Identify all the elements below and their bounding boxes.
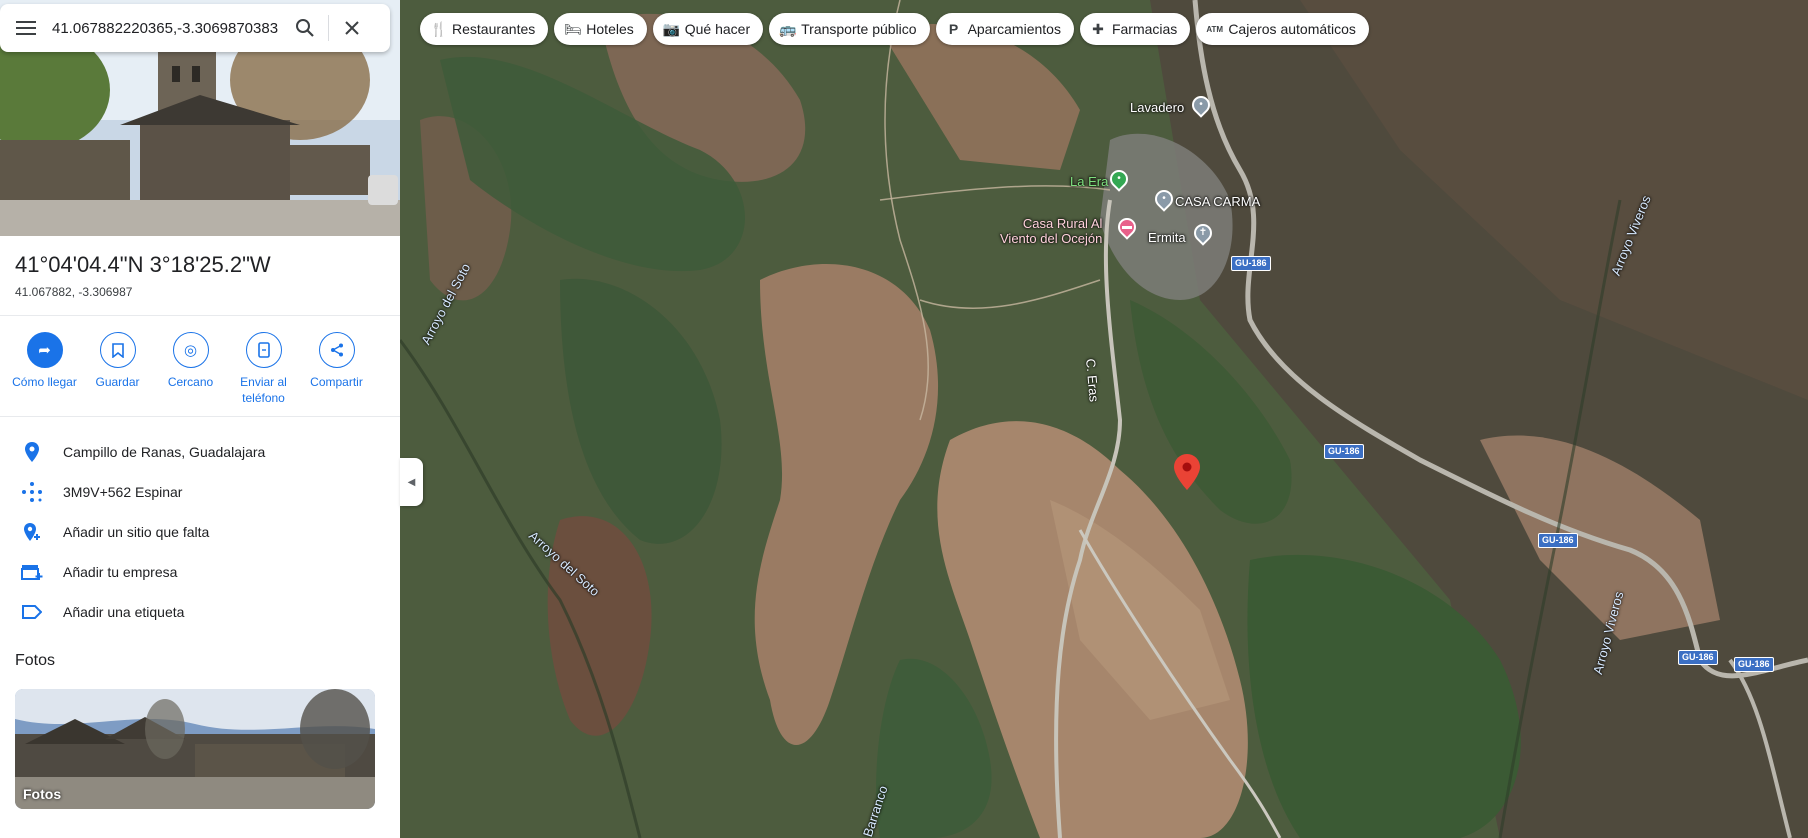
action-label: Compartir — [310, 375, 363, 389]
hamburger-menu-icon — [16, 21, 36, 35]
chip-label: Qué hacer — [684, 21, 751, 37]
map-label-lavadero[interactable]: Lavadero — [1130, 100, 1184, 115]
action-label: Enviar al teléfono — [240, 375, 287, 405]
chip-que-hacer[interactable]: 📷 Qué hacer — [652, 13, 764, 45]
directions-icon: ➦ — [26, 332, 63, 368]
photo-card[interactable]: Fotos — [15, 689, 375, 809]
chip-label: Hoteles — [586, 21, 634, 37]
close-button[interactable] — [329, 4, 375, 52]
chip-label: Restaurantes — [452, 21, 536, 37]
location-pin-icon — [0, 442, 63, 462]
info-add-label[interactable]: Añadir una etiqueta — [0, 592, 400, 632]
dropped-pin-icon[interactable] — [1174, 454, 1200, 490]
bus-icon: 🚌 — [779, 20, 797, 37]
road-shield-gu186: GU-186 — [1231, 256, 1271, 271]
road-shield-gu186: GU-186 — [1324, 444, 1364, 459]
plus-code-icon — [0, 481, 63, 503]
category-chips: 🍴 Restaurantes 🛏 Hoteles 📷 Qué hacer 🚌 Trans… — [420, 13, 1369, 45]
place-info-list: Campillo de Ranas, Guadalajara 3M9V+562 … — [0, 432, 400, 632]
map-label-la-era[interactable]: La Era — [1070, 174, 1108, 189]
search-button[interactable] — [282, 4, 328, 52]
send-to-phone-button[interactable]: Enviar al teléfono — [227, 332, 300, 406]
nearby-icon: ◎ — [172, 332, 209, 368]
pharmacy-icon: ✚ — [1092, 20, 1104, 37]
road-shield-gu186: GU-186 — [1678, 650, 1718, 665]
nearby-button[interactable]: ◎ Cercano — [154, 332, 227, 406]
search-box — [0, 4, 390, 52]
action-label: Cercano — [167, 375, 214, 389]
chevron-left-icon: ◀ — [407, 476, 416, 488]
road-shield-gu186: GU-186 — [1734, 657, 1774, 672]
info-add-missing-place[interactable]: Añadir un sitio que falta — [0, 512, 400, 552]
fork-knife-icon: 🍴 — [430, 20, 448, 37]
add-business-icon — [0, 563, 63, 581]
save-button[interactable]: Guardar — [81, 332, 154, 406]
place-coordinates[interactable]: 41.067882, -3.306987 — [15, 285, 132, 299]
info-plus-code[interactable]: 3M9V+562 Espinar — [0, 472, 400, 512]
search-input[interactable] — [52, 19, 282, 37]
photo-card-label: Fotos — [23, 786, 62, 802]
chip-farmacias[interactable]: ✚ Farmacias — [1079, 13, 1191, 45]
map-label-ermita[interactable]: Ermita — [1148, 230, 1186, 245]
info-add-business-text: Añadir tu empresa — [63, 564, 178, 580]
info-add-place-text: Añadir un sitio que falta — [63, 524, 210, 540]
action-label: Cómo llegar — [12, 375, 77, 389]
directions-button[interactable]: ➦ Cómo llegar — [8, 332, 81, 406]
chip-aparcamientos[interactable]: P Aparcamientos — [935, 13, 1074, 45]
info-address[interactable]: Campillo de Ranas, Guadalajara — [0, 432, 400, 472]
map-label-casa-rural[interactable]: Casa Rural Al Viento del Ocejón — [1000, 216, 1102, 246]
side-panel: 41°04'04.4"N 3°18'25.2"W 41.067882, -3.3… — [0, 0, 400, 838]
chip-restaurantes[interactable]: 🍴 Restaurantes — [420, 13, 549, 45]
parking-icon: P — [948, 21, 959, 37]
bookmark-icon — [99, 332, 136, 368]
chip-label: Transporte público — [801, 21, 917, 37]
photos-heading: Fotos — [15, 652, 56, 669]
divider — [0, 416, 400, 417]
place-title: 41°04'04.4"N 3°18'25.2"W — [15, 252, 271, 277]
share-button[interactable]: Compartir — [300, 332, 373, 406]
camera-icon: 📷 — [662, 20, 681, 37]
divider — [0, 315, 400, 316]
bed-icon: 🛏 — [564, 20, 583, 37]
map-label-casa-carma[interactable]: CASA CARMA — [1175, 194, 1260, 209]
chip-label: Cajeros automáticos — [1228, 21, 1356, 37]
info-add-business[interactable]: Añadir tu empresa — [0, 552, 400, 592]
close-icon — [345, 21, 359, 35]
phone-icon — [245, 332, 282, 368]
action-label: Guardar — [95, 375, 140, 389]
add-place-icon — [0, 522, 63, 542]
info-add-label-text: Añadir una etiqueta — [63, 604, 185, 620]
chip-cajeros[interactable]: ATM Cajeros automáticos — [1196, 13, 1369, 45]
info-plus-code-text: 3M9V+562 Espinar — [63, 484, 183, 500]
chip-label: Farmacias — [1111, 21, 1178, 37]
menu-button[interactable] — [0, 4, 52, 52]
road-shield-gu186: GU-186 — [1538, 533, 1578, 548]
chip-transporte-publico[interactable]: 🚌 Transporte público — [769, 13, 930, 45]
share-icon — [318, 332, 355, 368]
collapse-panel-button[interactable]: ◀ — [400, 458, 423, 506]
action-buttons: ➦ Cómo llegar Guardar ◎ Cercano Enviar a… — [8, 332, 373, 406]
village-photo — [15, 689, 375, 809]
atm-icon: ATM — [1206, 24, 1224, 34]
chip-hoteles[interactable]: 🛏 Hoteles — [554, 13, 647, 45]
search-icon — [296, 19, 314, 37]
chip-label: Aparcamientos — [967, 21, 1061, 37]
label-icon — [0, 605, 63, 619]
info-address-text: Campillo de Ranas, Guadalajara — [63, 444, 266, 460]
